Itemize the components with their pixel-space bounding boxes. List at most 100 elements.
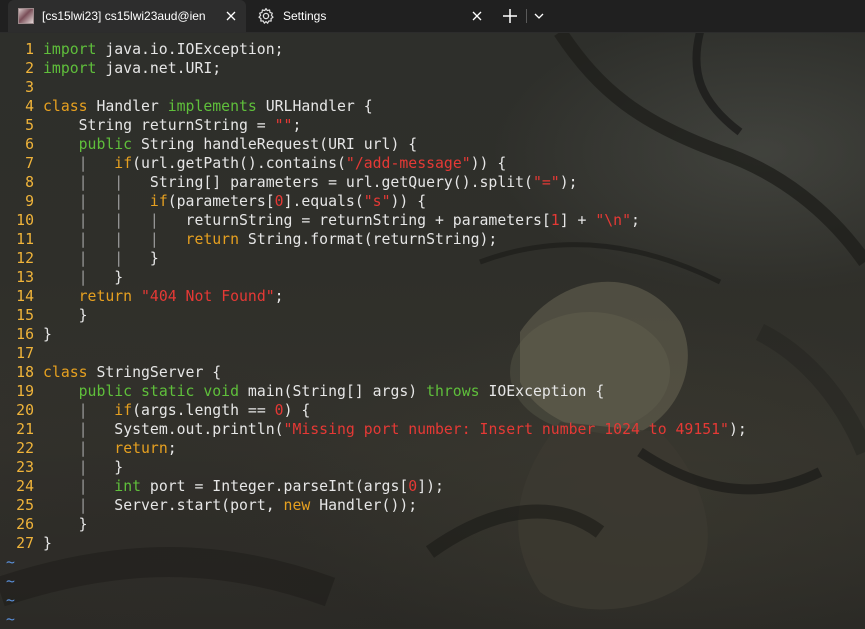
keyword: class — [43, 364, 88, 381]
code-text: returnString = returnString + parameters… — [185, 212, 551, 229]
line-number: 27 — [16, 535, 34, 552]
code-text: port = Integer.parseInt(args[ — [141, 478, 409, 495]
keyword: new — [283, 497, 311, 514]
code-text: )) { — [390, 193, 427, 210]
tab-title: [cs15lwi23] cs15lwi23aud@ien — [42, 9, 206, 23]
code-text: } — [114, 269, 124, 286]
chevron-down-icon — [534, 13, 544, 19]
indent-guide: | | — [43, 250, 150, 267]
keyword: int — [114, 478, 142, 495]
code-line: 26 } — [0, 515, 88, 534]
line-number: 21 — [16, 421, 34, 438]
profile-dropdown-button[interactable] — [530, 4, 548, 28]
terminal-profile-icon — [18, 8, 34, 24]
code-line: 5 String returnString = ""; — [0, 116, 301, 135]
keyword: import — [43, 60, 97, 77]
new-tab-button[interactable] — [496, 4, 524, 28]
keyword: class — [43, 98, 88, 115]
line-number: 12 — [16, 250, 34, 267]
code-text: Handler()); — [310, 497, 418, 514]
code-line: 19 public static void main(String[] args… — [0, 382, 604, 401]
indent-guide: | | | — [43, 212, 186, 229]
code-text: (args.length == — [132, 402, 275, 419]
code-text: Server.start(port, — [114, 497, 284, 514]
keyword: public static void — [78, 383, 239, 400]
code-line: 6 public String handleRequest(URI url) { — [0, 135, 417, 154]
code-line: 1 import java.io.IOException; — [0, 40, 284, 59]
code-text: )) { — [470, 155, 507, 172]
close-icon[interactable] — [220, 5, 242, 27]
keyword: public — [78, 136, 133, 153]
code-text: ; — [292, 117, 302, 134]
code-text: java.io.IOException; — [96, 41, 284, 58]
tab-title: Settings — [283, 9, 327, 23]
indent-guide: | — [43, 497, 115, 514]
code-text: main(String[] args) — [239, 383, 427, 400]
code-text: { — [203, 364, 222, 381]
tab-terminal-session[interactable]: [cs15lwi23] cs15lwi23aud@ien — [8, 0, 246, 32]
code-line: 7 | if(url.getPath().contains("/add-mess… — [0, 154, 506, 173]
string-literal: "404 Not Found" — [141, 288, 275, 305]
code-line: 22 | return; — [0, 439, 176, 458]
keyword: if — [114, 402, 133, 419]
code-text: ; — [631, 212, 640, 229]
line-number: 23 — [16, 459, 34, 476]
code-line: 8 | | String[] parameters = url.getQuery… — [0, 173, 577, 192]
code-text: } — [43, 535, 52, 552]
indent-guide: | — [43, 421, 115, 438]
code-text: String returnString = — [43, 117, 275, 134]
string-literal: "\n" — [595, 212, 631, 229]
keyword: return — [78, 288, 133, 305]
line-number: 22 — [16, 440, 34, 457]
code-text: String handleRequest(URI url) { — [132, 136, 418, 153]
code-line: 17 — [0, 344, 43, 363]
keyword: if — [114, 155, 133, 172]
number-literal: 1 — [550, 212, 560, 229]
code-text: (url.getPath().contains( — [132, 155, 346, 172]
tab-settings[interactable]: Settings — [248, 0, 492, 32]
line-number: 18 — [16, 364, 34, 381]
code-line: 9 | | if(parameters[0].equals("s")) { — [0, 192, 426, 211]
plus-icon — [503, 9, 517, 23]
code-line: 2 import java.net.URI; — [0, 59, 221, 78]
line-number: 7 — [25, 155, 34, 172]
number-literal: 0 — [408, 478, 418, 495]
line-number: 26 — [16, 516, 34, 533]
code-line: 25 | Server.start(port, new Handler()); — [0, 496, 417, 515]
line-number: 19 — [16, 383, 34, 400]
code-text: String[] parameters = url.getQuery().spl… — [149, 174, 533, 191]
code-text: ; — [274, 288, 284, 305]
code-line: 12 | | } — [0, 249, 159, 268]
code-text: StringServer — [87, 364, 204, 381]
code-line: 14 return "404 Not Found"; — [0, 287, 284, 306]
keyword: if — [149, 193, 168, 210]
code-text: ); — [728, 421, 747, 438]
string-literal: "Missing port number: Insert number 1024… — [283, 421, 729, 438]
line-number: 10 — [16, 212, 34, 229]
code-text: } — [43, 516, 88, 533]
line-number: 16 — [16, 326, 34, 343]
line-number: 8 — [25, 174, 34, 191]
number-literal: 0 — [274, 193, 284, 210]
number-literal: 0 — [274, 402, 284, 419]
code-text: Handler — [87, 98, 168, 115]
empty-line-marker: ~ — [6, 592, 15, 609]
code-line: 16} — [0, 325, 52, 344]
code-text: String.format(returnString); — [239, 231, 498, 248]
code-line: 21 | System.out.println("Missing port nu… — [0, 420, 747, 439]
code-text: ]); — [417, 478, 444, 495]
code-text: URLHandler { — [256, 98, 373, 115]
code-line: 11 | | | return String.format(returnStri… — [0, 230, 497, 249]
code-line: 4 class Handler implements URLHandler { — [0, 97, 373, 116]
close-icon[interactable] — [466, 5, 488, 27]
code-line: 3 — [0, 78, 43, 97]
code-line: 27} — [0, 534, 52, 553]
indent-guide: | | | — [43, 231, 186, 248]
code-line: 20 | if(args.length == 0) { — [0, 401, 310, 420]
code-text: } — [149, 250, 159, 267]
code-line: 15 } — [0, 306, 87, 325]
line-number: 17 — [16, 345, 34, 362]
